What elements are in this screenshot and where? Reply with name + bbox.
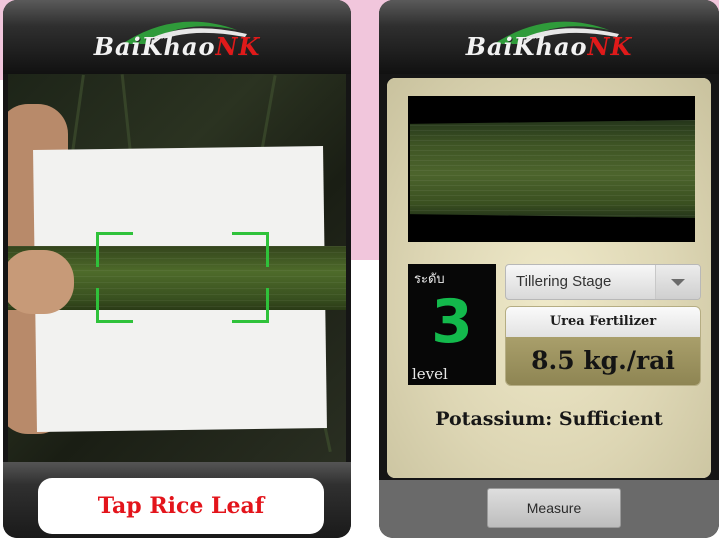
app-logo: BaiKhaoNK: [459, 10, 639, 70]
scan-frame-corner-top-right: [232, 232, 269, 267]
fertilizer-recommendation: Urea Fertilizer 8.5 kg./rai: [505, 306, 701, 386]
logo-prefix: BaiKhao: [465, 32, 588, 61]
scan-frame-corner-bottom-left: [96, 288, 133, 323]
tap-rice-leaf-label: Tap Rice Leaf: [97, 493, 265, 519]
level-indicator: ระดับ 3 level: [408, 264, 496, 385]
app-header: BaiKhaoNK: [379, 0, 719, 74]
thumb: [8, 250, 74, 314]
app-header: BaiKhaoNK: [3, 0, 351, 74]
chevron-down-icon[interactable]: [655, 265, 700, 299]
logo-suffix: NK: [587, 32, 633, 61]
scan-frame-corner-top-left: [96, 232, 133, 267]
level-word: level: [412, 365, 448, 383]
camera-viewfinder[interactable]: [8, 74, 346, 462]
scan-frame-corner-bottom-right: [232, 288, 269, 323]
fertilizer-amount: 8.5 kg./rai: [506, 337, 700, 385]
measure-button[interactable]: Measure: [487, 488, 621, 528]
logo-text: BaiKhaoNK: [87, 32, 267, 61]
growth-stage-selected: Tillering Stage: [516, 273, 612, 290]
leaf-image-preview: [408, 96, 695, 242]
capture-screen: BaiKhaoNK Tap Rice Leaf: [3, 0, 351, 538]
result-panel: ระดับ 3 level Tillering Stage Urea Ferti…: [387, 78, 711, 478]
logo-text: BaiKhaoNK: [459, 32, 639, 61]
result-screen: BaiKhaoNK ระดับ 3 level Tillering Stage …: [379, 0, 719, 538]
scanned-leaf: [410, 120, 695, 218]
logo-prefix: BaiKhao: [93, 32, 216, 61]
potassium-status: Potassium: Sufficient: [435, 408, 663, 430]
growth-stage-dropdown[interactable]: Tillering Stage: [505, 264, 701, 300]
app-logo: BaiKhaoNK: [87, 10, 267, 70]
level-value: 3: [431, 287, 473, 357]
tap-rice-leaf-button[interactable]: Tap Rice Leaf: [38, 478, 324, 534]
logo-suffix: NK: [215, 32, 261, 61]
fertilizer-title: Urea Fertilizer: [506, 307, 700, 337]
